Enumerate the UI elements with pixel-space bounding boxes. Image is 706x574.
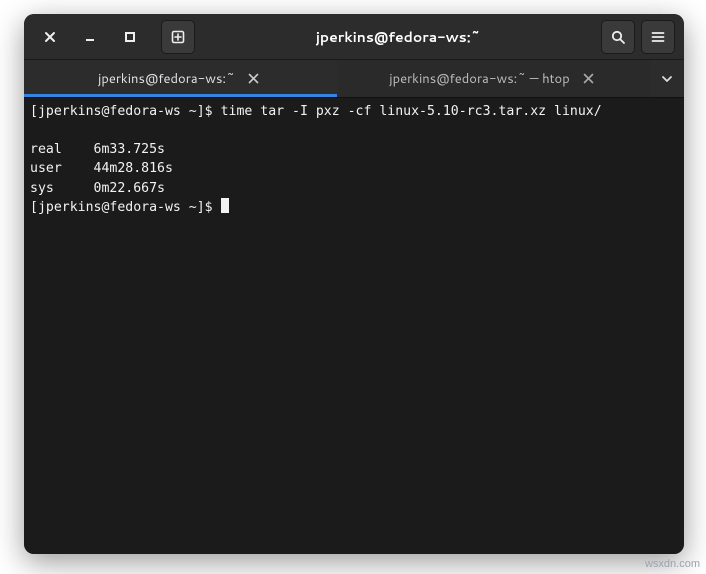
tab-bar: jperkins@fedora-ws:~ jperkins@fedora-ws:… (24, 60, 684, 98)
maximize-icon (124, 31, 136, 43)
output-line: user 44m28.816s (30, 161, 173, 176)
tab-label: jperkins@fedora-ws:~ (98, 70, 235, 88)
command-text: time tar -I pxz -cf linux-5.10-rc3.tar.x… (221, 104, 602, 119)
terminal-window: jperkins@fedora-ws:~ jperkins@fedora-ws:… (24, 14, 684, 554)
cursor (221, 198, 229, 213)
chevron-down-icon (661, 73, 673, 85)
tab-close-button[interactable] (245, 70, 263, 88)
close-icon (583, 73, 594, 84)
prompt: [jperkins@fedora-ws ~]$ (30, 104, 221, 119)
tab-terminal-1[interactable]: jperkins@fedora-ws:~ (24, 60, 337, 97)
new-tab-icon (170, 29, 186, 45)
titlebar: jperkins@fedora-ws:~ (24, 14, 684, 60)
output-line: real 6m33.725s (30, 142, 165, 157)
search-icon (610, 29, 626, 45)
close-button[interactable] (33, 20, 67, 54)
minimize-icon (84, 31, 96, 43)
search-button[interactable] (601, 20, 635, 54)
tab-close-button[interactable] (580, 70, 598, 88)
close-icon (248, 73, 259, 84)
tab-label: jperkins@fedora-ws:~ — htop (389, 70, 569, 88)
menu-button[interactable] (641, 20, 675, 54)
watermark: wsxdn.com (645, 558, 700, 570)
hamburger-icon (650, 29, 666, 45)
new-tab-button[interactable] (161, 20, 195, 54)
tab-terminal-2[interactable]: jperkins@fedora-ws:~ — htop (337, 60, 650, 97)
maximize-button[interactable] (113, 20, 147, 54)
terminal-viewport[interactable]: [jperkins@fedora-ws ~]$ time tar -I pxz … (24, 98, 684, 554)
close-icon (44, 31, 56, 43)
minimize-button[interactable] (73, 20, 107, 54)
window-title: jperkins@fedora-ws:~ (198, 27, 598, 47)
output-line: sys 0m22.667s (30, 181, 165, 196)
tabs-dropdown[interactable] (650, 60, 684, 97)
prompt: [jperkins@fedora-ws ~]$ (30, 200, 221, 215)
